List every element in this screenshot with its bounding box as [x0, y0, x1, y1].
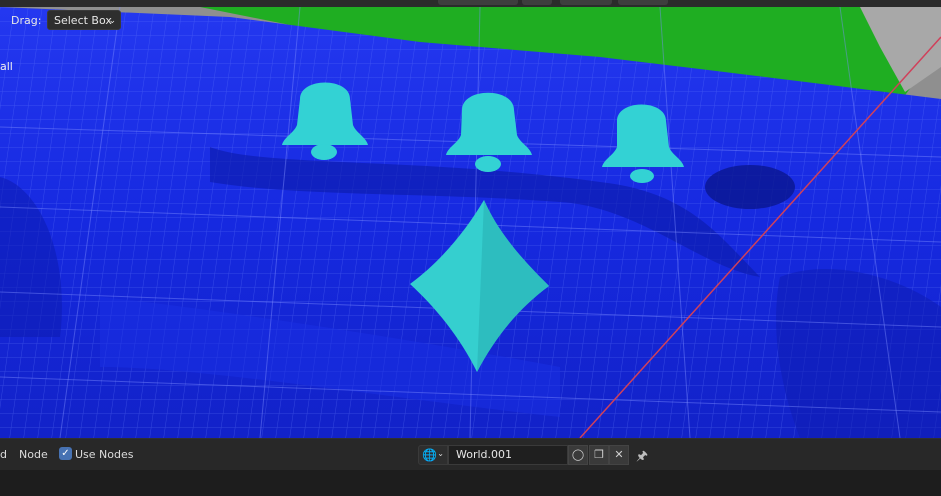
side-panel-text: all: [0, 60, 13, 73]
toolbar-field[interactable]: [618, 0, 668, 5]
world-name-field[interactable]: World.001: [448, 445, 568, 465]
duplicate-icon[interactable]: ❐: [589, 445, 609, 465]
shield-icon[interactable]: ◯: [568, 445, 588, 465]
toolbar-field[interactable]: [438, 0, 518, 5]
toolbar-button[interactable]: [522, 0, 552, 5]
world-browse-button[interactable]: 🌐 ⌄: [418, 445, 448, 465]
close-icon[interactable]: ✕: [609, 445, 629, 465]
mesh-opening: [705, 165, 795, 209]
pin-icon[interactable]: 🖈: [636, 447, 648, 469]
drag-mode-dropdown[interactable]: Select Box ⌄: [47, 10, 121, 30]
node-menu[interactable]: Node: [19, 448, 48, 461]
use-nodes-checkbox[interactable]: ✓: [59, 447, 72, 460]
use-nodes-label: Use Nodes: [75, 448, 134, 461]
viewport-header: Drag: Select Box ⌄: [0, 7, 941, 33]
menu-fragment[interactable]: d: [0, 448, 7, 461]
viewport-scene: [0, 7, 941, 438]
drag-mode-value: Select Box: [54, 14, 112, 27]
editor-header: d Node ✓ Use Nodes 🌐 ⌄ World.001 ◯ ❐ ✕ 🖈: [0, 438, 941, 471]
chevron-down-icon: ⌄: [437, 449, 444, 458]
mesh-shadow-right: [776, 268, 941, 438]
toolbar-field[interactable]: [560, 0, 612, 5]
3d-viewport[interactable]: [0, 7, 941, 438]
editor-canvas[interactable]: [0, 470, 941, 496]
globe-icon: 🌐: [422, 448, 437, 462]
chevron-down-icon: ⌄: [108, 16, 116, 26]
drag-label: Drag:: [11, 14, 42, 27]
